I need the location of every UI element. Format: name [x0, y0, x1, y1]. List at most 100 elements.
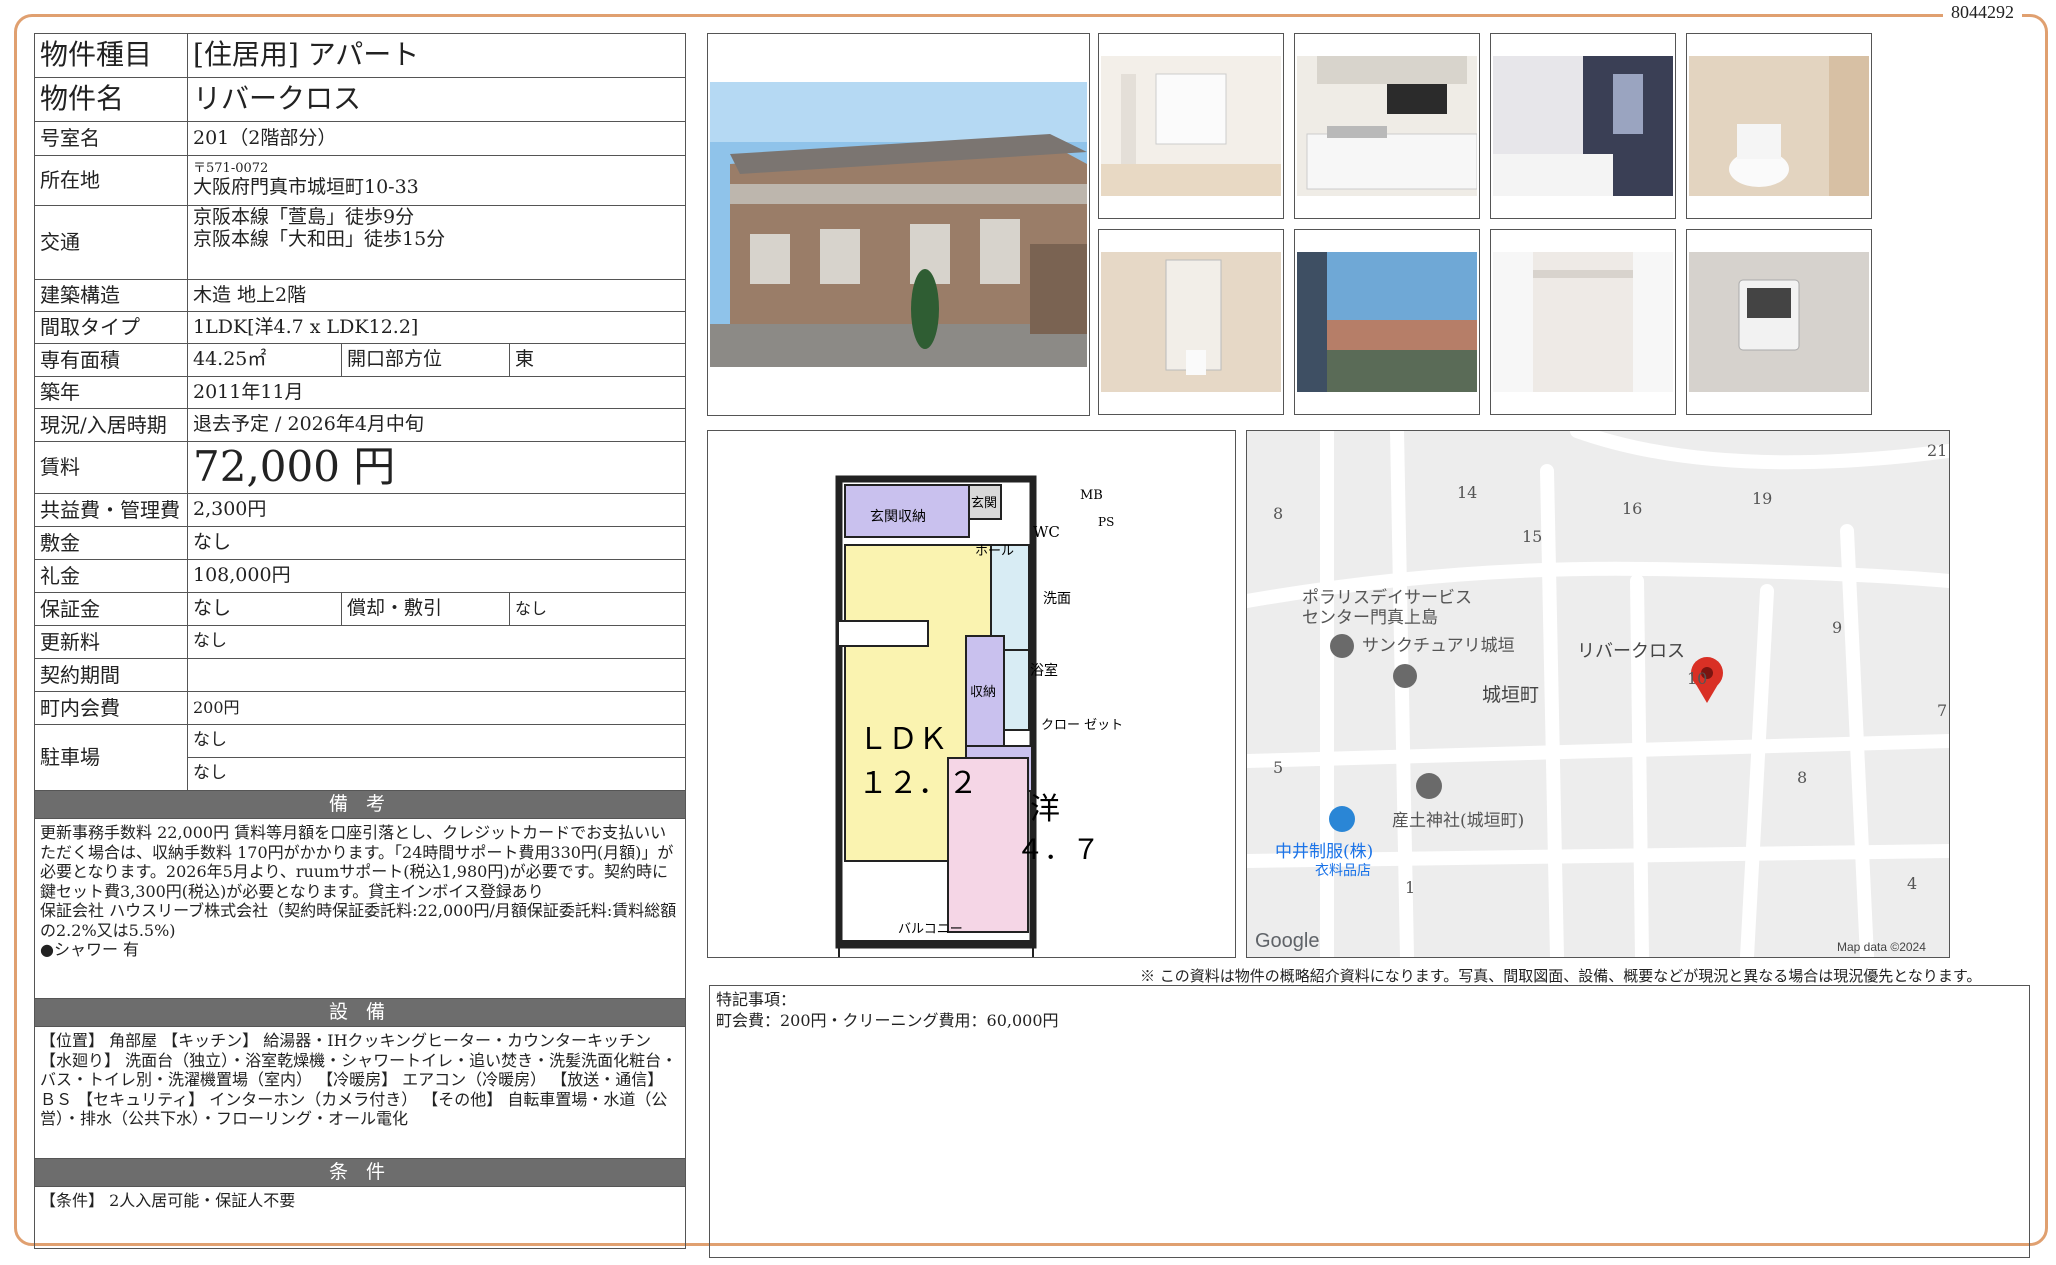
address-label: 所在地	[34, 155, 188, 206]
property-spec-table: 物件種目 [住居用] アパート 物件名 リバークロス 号室名 201（2階部分） 所在…	[33, 33, 687, 1249]
closet-photo	[1490, 229, 1676, 415]
remarks-text: 更新事務手数料 22,000円 賃料等月額を口座引落とし、クレジットカードでお支…	[40, 823, 674, 901]
renewal-value: なし	[186, 625, 687, 659]
town-label: 町内会費	[34, 691, 188, 725]
map-num-5: 19	[1752, 489, 1772, 508]
fp-entrance: 玄関	[971, 496, 997, 511]
map-label-shirogaki: 城垣町	[1482, 684, 1539, 706]
fp-ps: PS	[1098, 515, 1114, 529]
access-cell: 京阪本線「萱島」徒歩9分 京阪本線「大和田」徒歩15分	[186, 205, 687, 280]
access-label: 交通	[34, 205, 188, 280]
parking-value-2: なし	[186, 757, 687, 791]
fp-western: 洋	[1030, 792, 1060, 827]
remarks-body: 更新事務手数料 22,000円 賃料等月額を口座引落とし、クレジットカードでお支…	[33, 818, 687, 999]
keymoney-value: 108,000円	[186, 559, 687, 593]
kitchen-photo-image	[1297, 56, 1477, 196]
name-label: 物件名	[34, 77, 188, 122]
map-num-7: 9	[1832, 618, 1842, 637]
bath-photo-image	[1493, 56, 1673, 196]
amort-value: なし	[508, 592, 687, 626]
fp-entrance-storage: 玄関収納	[870, 508, 926, 525]
structure-label: 建築構造	[34, 279, 188, 312]
status-label: 現況/入居時期	[34, 408, 188, 442]
map-num-12: 1	[1405, 878, 1415, 897]
closet-photo-image	[1493, 252, 1673, 392]
layout-value: 1LDK[洋4.7 x LDK12.2]	[186, 311, 687, 344]
shower-text: ●シャワー 有	[40, 940, 140, 960]
balcony-photo-image	[1297, 252, 1477, 392]
access-line-2: 京阪本線「大和田」徒歩15分	[193, 227, 446, 250]
rent-label: 賃料	[34, 441, 188, 494]
special-notes-text: 町会費：200円・クリーニング費用：60,000円	[716, 1010, 1059, 1030]
postal-code: 〒571-0072	[193, 161, 269, 177]
exterior-photo-image	[710, 82, 1087, 367]
special-notes-title: 特記事項：	[716, 990, 797, 1009]
fp-closet: クロー ゼット	[1041, 718, 1123, 733]
toilet-photo-image	[1689, 56, 1869, 196]
area-label: 専有面積	[34, 343, 188, 377]
type-label: 物件種目	[34, 33, 188, 78]
fp-mb: MB	[1080, 488, 1103, 503]
intercom-photo	[1686, 229, 1872, 415]
fp-ldk-size: １２．２	[858, 766, 978, 801]
equipment-text: 【位置】 角部屋 【キッチン】 給湯器・IHクッキングヒーター・カウンターキッチ…	[33, 1026, 687, 1159]
deposit-value: なし	[186, 526, 687, 560]
contract-label: 契約期間	[34, 658, 188, 692]
fee-label: 共益費・管理費	[34, 493, 188, 527]
map-num-10: 5	[1273, 758, 1283, 777]
disclaimer-notice: ※ この資料は物件の概略紹介資料になります。写真、間取図面、設備、概要などが現況…	[1140, 967, 1982, 985]
fp-ldk: ＬＤＫ	[858, 722, 948, 757]
parking-label: 駐車場	[34, 724, 188, 791]
room-label: 号室名	[34, 121, 188, 156]
map-num-6: 21	[1927, 441, 1947, 460]
guarantor-text: 保証会社 ハウスリーブ株式会社（契約時保証委託料:22,000円/月額保証委託料…	[40, 901, 677, 940]
room-photo-image	[1101, 56, 1281, 196]
fp-washroom: 洗面	[1043, 591, 1071, 607]
direction-label: 開口部方位	[341, 343, 510, 377]
access-line-1: 京阪本線「萱島」徒歩9分	[193, 206, 415, 228]
toilet-photo	[1686, 33, 1872, 219]
structure-value: 木造 地上2階	[186, 279, 687, 312]
fp-hall: ホール	[975, 544, 1014, 559]
fp-bath: 浴室	[1030, 662, 1058, 679]
address-value: 大阪府門真市城垣町10-33	[193, 175, 419, 198]
map-attribution: Map data ©2024	[1837, 940, 1926, 954]
built-value: 2011年11月	[186, 376, 687, 409]
conditions-text: 【条件】 2人入居可能・保証人不要	[33, 1186, 687, 1249]
map-num-1: 8	[1273, 504, 1283, 523]
equipment-header: 設 備	[33, 998, 687, 1027]
exterior-photo	[707, 33, 1090, 416]
type-value: [住居用] アパート	[186, 33, 687, 78]
conditions-header: 条 件	[33, 1158, 687, 1187]
fp-balcony: バルコニー	[898, 922, 963, 937]
fp-western-size: ４．７	[1016, 833, 1100, 866]
status-value: 退去予定 / 2026年4月中旬	[186, 408, 687, 442]
keymoney-label: 礼金	[34, 559, 188, 593]
map-num-9: 10	[1687, 669, 1707, 688]
guarantee-label: 保証金	[34, 592, 188, 626]
map-label-polaris: ポラリスデイサービス	[1302, 587, 1472, 608]
floor-plan-drawing: 玄関収納 玄関 ホール WC MB PS 洗面 浴室 収納 クロー ゼット ＬＤ…	[835, 475, 1123, 982]
room-value: 201（2階部分）	[186, 121, 687, 156]
location-map[interactable]: ポラリスデイサービス センター門真上島 サンクチュアリ城垣 リバークロス 城垣町…	[1246, 430, 1950, 958]
map-num-8: 7	[1937, 701, 1947, 720]
map-label-shrine: 産土神社(城垣町)	[1392, 811, 1524, 831]
map-label-clothing: 衣料品店	[1315, 863, 1371, 879]
renewal-label: 更新料	[34, 625, 188, 659]
direction-value: 東	[508, 343, 687, 377]
map-num-13: 4	[1907, 874, 1917, 893]
google-logo: Google	[1255, 930, 1320, 952]
name-value: リバークロス	[186, 77, 687, 122]
entrance-photo-image	[1101, 252, 1281, 392]
remarks-header: 備 考	[33, 790, 687, 819]
interior-room-photo	[1098, 33, 1284, 219]
built-label: 築年	[34, 376, 188, 409]
kitchen-photo	[1294, 33, 1480, 219]
map-num-11: 8	[1797, 768, 1807, 787]
rent-value: 72,000 円	[186, 441, 687, 494]
address-cell: 〒571-0072 大阪府門真市城垣町10-33	[186, 155, 687, 206]
map-drawing: ポラリスデイサービス センター門真上島 サンクチュアリ城垣 リバークロス 城垣町…	[1247, 431, 1949, 957]
amort-label: 償却・敷引	[341, 592, 510, 626]
map-label-riverx: リバークロス	[1577, 641, 1685, 662]
town-value: 200円	[186, 691, 687, 725]
